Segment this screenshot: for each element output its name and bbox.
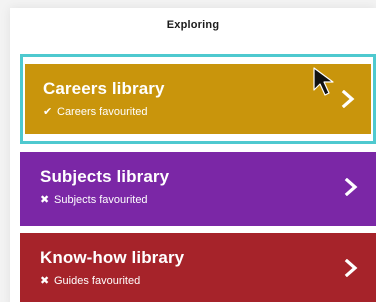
subjects-status-text: Subjects favourited bbox=[54, 193, 148, 206]
subjects-library-card[interactable]: Subjects library ✖ Subjects favourited bbox=[20, 152, 376, 226]
chevron-right-icon bbox=[344, 259, 358, 277]
knowhow-library-card[interactable]: Know-how library ✖ Guides favourited bbox=[20, 233, 376, 302]
careers-status: ✔ Careers favourited bbox=[43, 105, 148, 119]
check-icon: ✔ bbox=[43, 106, 53, 118]
subjects-status: ✖ Subjects favourited bbox=[40, 193, 148, 207]
page-title: Exploring bbox=[166, 19, 220, 31]
cross-icon: ✖ bbox=[40, 275, 50, 287]
chevron-right-icon bbox=[341, 90, 355, 108]
subjects-card-background bbox=[20, 152, 376, 226]
subjects-library-title: Subjects library bbox=[40, 167, 170, 186]
knowhow-library-title: Know-how library bbox=[40, 248, 185, 267]
knowhow-status: ✖ Guides favourited bbox=[40, 274, 141, 288]
app-screen: Exploring Careers library ✔ Careers favo… bbox=[0, 0, 376, 302]
knowhow-status-text: Guides favourited bbox=[54, 274, 141, 287]
mouse-cursor-icon bbox=[313, 67, 334, 96]
careers-library-title: Careers library bbox=[43, 79, 165, 98]
careers-status-text: Careers favourited bbox=[57, 105, 148, 118]
chevron-right-icon bbox=[344, 178, 358, 196]
cross-icon: ✖ bbox=[40, 194, 50, 206]
